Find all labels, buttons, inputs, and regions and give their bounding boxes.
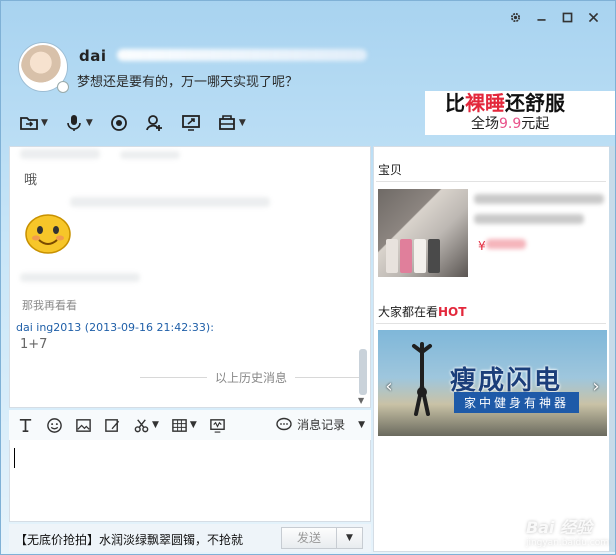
file-transfer-tool[interactable]: ▼ <box>19 113 48 133</box>
font-tool[interactable] <box>17 417 34 434</box>
image-icon <box>76 418 91 432</box>
edit-icon <box>105 418 120 432</box>
folder-icon <box>20 117 38 130</box>
minimize-icon[interactable] <box>533 9 549 25</box>
video-banner[interactable]: 瘦成闪电 家中健身有神器 ‹ › <box>378 330 607 436</box>
microphone-icon <box>67 115 81 131</box>
shake-tool[interactable] <box>209 417 226 434</box>
input-toolbar: ▼ ▼ 消息记录 ▼ <box>9 410 371 440</box>
ad-line1: 比裸睡还舒服 <box>445 91 565 115</box>
history-label: 以上历史消息 <box>215 371 288 385</box>
image-tool[interactable] <box>75 417 92 434</box>
chevron-down-icon: ▼ <box>41 118 48 128</box>
signature: 梦想还是要有的，万一哪天实现了呢？ <box>77 75 299 90</box>
divider <box>376 181 606 182</box>
add-user-icon <box>145 115 162 131</box>
bottom-bar: 【无底价抢拍】水润淡绿飘翠圆镯，不抢就 发送 ▼ <box>9 524 371 552</box>
chat-bubble-icon <box>276 417 292 430</box>
window-controls <box>507 9 601 25</box>
section-title-products: 宝贝 <box>378 163 403 177</box>
nickname: dai <box>79 47 369 65</box>
scroll-down-icon[interactable]: ▼ <box>358 396 364 405</box>
chat-scrollbar[interactable]: ▼ <box>358 149 368 405</box>
monitor-icon <box>210 418 225 433</box>
font-icon <box>19 418 32 432</box>
emoji-tool[interactable] <box>46 417 63 434</box>
nickname-text: dai <box>79 47 107 65</box>
message-time: (2013-09-16 21:42:33): <box>84 321 214 334</box>
redacted-line <box>20 149 100 159</box>
ad-line2: 全场9.9元起 <box>471 116 550 132</box>
nickname-redaction <box>117 49 367 61</box>
video-call-tool[interactable] <box>109 113 129 133</box>
redacted-line <box>120 151 180 159</box>
chevron-down-icon: ▼ <box>85 118 93 128</box>
section-title-trending: 大家都在看HOT <box>378 305 467 319</box>
chat-history-panel[interactable]: 哦 那我再看看 dai ing2013 (2013-09-16 21:42:33… <box>9 146 371 408</box>
sender-name[interactable]: dai ing2013 <box>16 321 81 334</box>
redacted-line <box>486 239 526 249</box>
send-options-button[interactable]: ▼ <box>337 527 363 549</box>
right-panel: 宝贝 ¥ 大家都在看HOT 瘦成闪电 家中健身有神器 ‹ › <box>373 146 611 552</box>
screen-share-icon <box>181 115 200 131</box>
divider <box>376 323 606 324</box>
app-tool[interactable]: ▼ <box>217 113 246 133</box>
scroll-thumb[interactable] <box>359 349 367 395</box>
product-price: ¥ <box>478 239 486 253</box>
history-divider: 以上历史消息 <box>140 369 363 386</box>
redacted-line <box>474 214 584 224</box>
chat-message: 哦 <box>24 173 38 188</box>
text-cursor <box>14 448 15 468</box>
gear-icon[interactable] <box>507 9 523 25</box>
smile-icon <box>47 417 62 433</box>
chevron-down-icon: ▼ <box>152 420 159 430</box>
grid-icon <box>172 418 187 432</box>
header-toolbar: ▼ ▼ ▼ <box>19 113 246 133</box>
top-ad-banner[interactable]: 比裸睡还舒服 全场9.9元起 <box>425 91 615 135</box>
chevron-right-icon[interactable]: › <box>587 376 605 398</box>
maximize-icon[interactable] <box>559 9 575 25</box>
toolbox-icon <box>218 115 235 130</box>
product-swatch <box>400 239 412 273</box>
redacted-line <box>474 194 604 204</box>
sender-line: dai ing2013 (2013-09-16 21:42:33): <box>16 321 214 334</box>
divider-line <box>295 377 363 378</box>
divider-line <box>140 377 207 378</box>
message-record-label: 消息记录 <box>297 418 346 432</box>
product-swatch <box>414 239 426 273</box>
message-input[interactable] <box>9 440 371 522</box>
chevron-down-icon: ▼ <box>358 419 365 430</box>
handstand-figure <box>412 342 432 416</box>
screenshot-tool[interactable]: ▼ <box>133 417 159 434</box>
video-subtitle: 家中健身有神器 <box>454 392 580 413</box>
smiley-emoji-icon <box>25 214 71 254</box>
chevron-left-icon[interactable]: ‹ <box>380 376 398 398</box>
right-scrollbar[interactable] <box>609 146 615 552</box>
redacted-line <box>70 197 270 207</box>
product-image[interactable] <box>378 189 468 277</box>
status-icon <box>57 81 69 93</box>
promo-link[interactable]: 【无底价抢拍】水润淡绿飘翠圆镯，不抢就 <box>15 531 243 548</box>
camera-icon <box>110 115 127 131</box>
close-icon[interactable] <box>585 9 601 25</box>
edit-tool[interactable] <box>104 417 121 434</box>
chat-message: 1+7 <box>20 337 48 352</box>
add-friend-tool[interactable] <box>145 113 165 133</box>
send-button[interactable]: 发送 <box>281 527 337 549</box>
table-tool[interactable]: ▼ <box>171 417 197 434</box>
product-swatch <box>386 239 398 273</box>
voice-call-tool[interactable]: ▼ <box>64 113 93 133</box>
redacted-line <box>20 273 140 282</box>
message-record-button[interactable]: 消息记录 ▼ <box>276 416 365 433</box>
watermark-logo: Bai 经验 jingyan.baidu.com <box>525 518 609 548</box>
scissors-icon <box>134 418 149 432</box>
product-title[interactable] <box>474 192 604 232</box>
chat-old-message: 那我再看看 <box>22 299 77 312</box>
chevron-down-icon: ▼ <box>238 118 246 128</box>
chevron-down-icon: ▼ <box>189 420 197 430</box>
chat-window: dai 梦想还是要有的，万一哪天实现了呢？ ▼ ▼ ▼ 比裸睡还舒服 全场9.9… <box>0 0 616 555</box>
remote-assist-tool[interactable] <box>181 113 201 133</box>
product-swatch <box>428 239 440 273</box>
